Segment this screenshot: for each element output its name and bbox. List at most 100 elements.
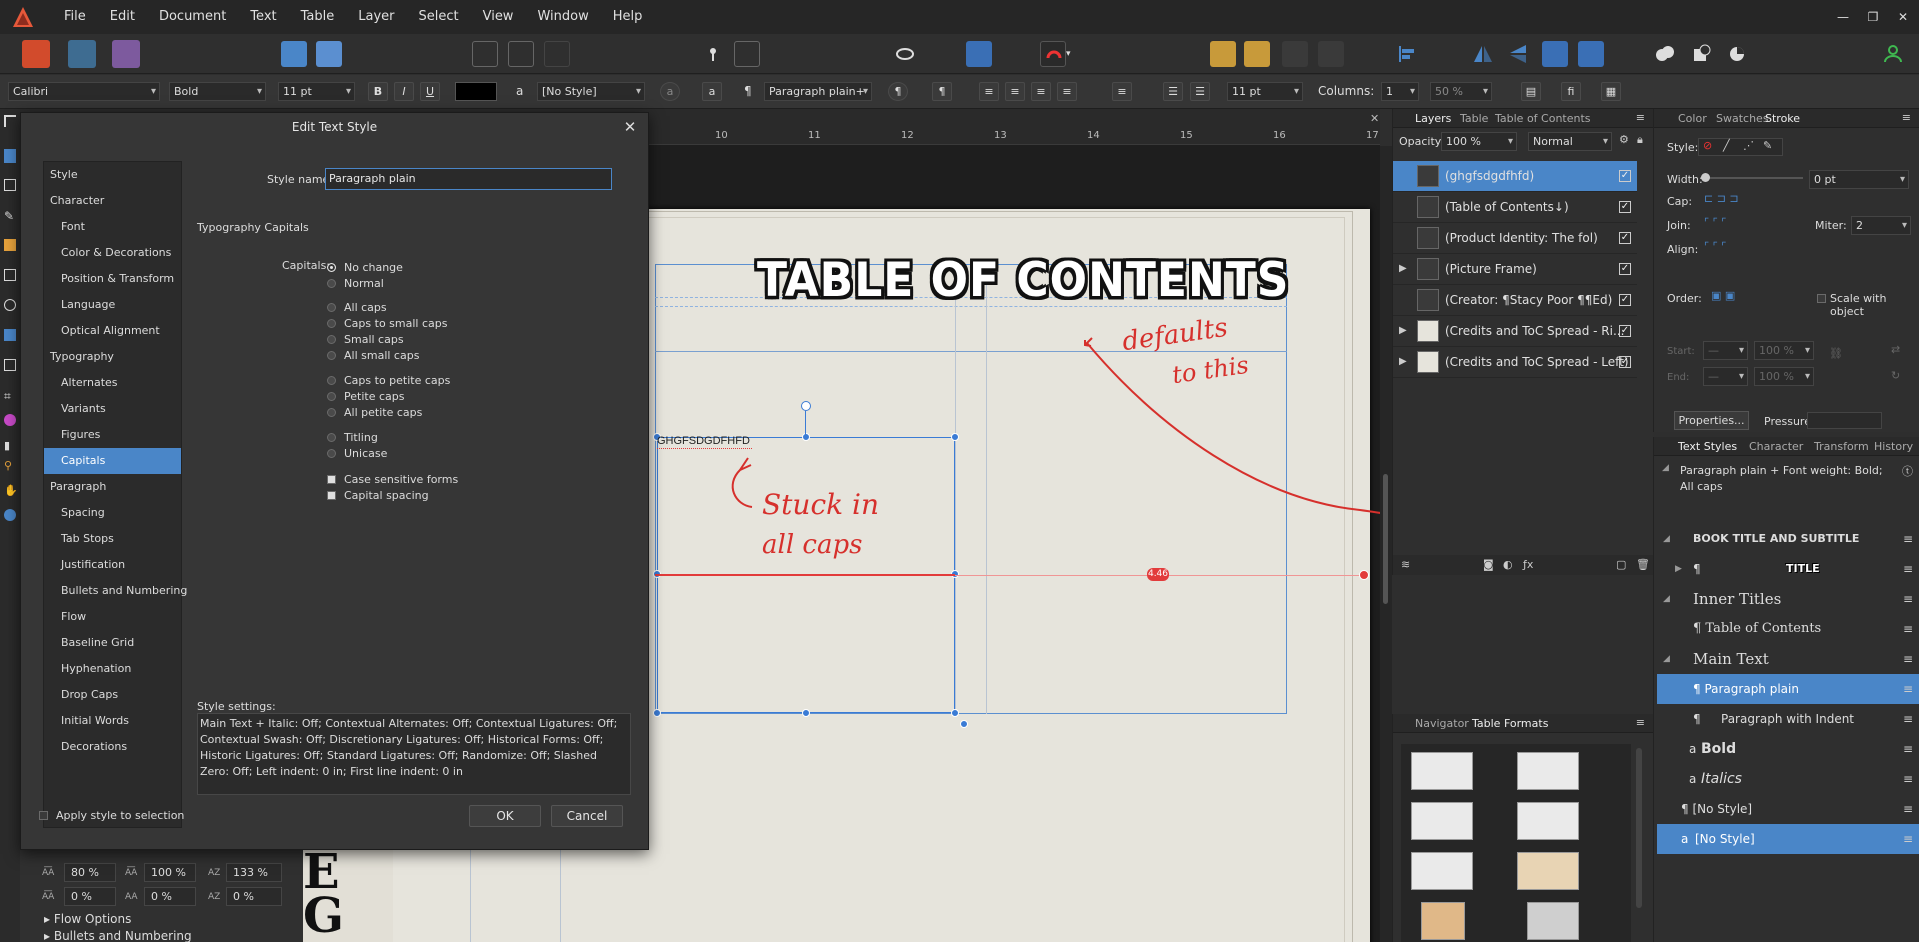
style-name-input[interactable]: Paragraph plain xyxy=(325,168,612,190)
reset-arrowheads-icon[interactable]: ↻ xyxy=(1891,369,1900,382)
radio-all-caps[interactable]: All caps xyxy=(327,299,387,315)
radio-small-caps[interactable]: Small caps xyxy=(327,331,404,347)
table-format-thumb[interactable] xyxy=(1411,802,1473,840)
nav-item-flow[interactable]: Flow xyxy=(44,604,181,630)
start-arrowhead-select[interactable]: — xyxy=(1703,341,1748,360)
table-format-thumb[interactable] xyxy=(1517,752,1579,790)
add-layer-icon[interactable]: ▢ xyxy=(1616,558,1626,571)
layer-visibility-checkbox[interactable]: ✓ xyxy=(1619,356,1631,368)
group-collapse-icon[interactable]: ◢ xyxy=(1663,524,1670,554)
radio-button-icon[interactable] xyxy=(327,318,336,328)
radio-all-petite-caps[interactable]: All petite caps xyxy=(327,404,422,420)
style-options-icon[interactable]: ≡ xyxy=(1903,704,1913,734)
layer-row[interactable]: (Product Identity: The fol) ✓ xyxy=(1393,223,1637,254)
dialog-close-icon[interactable]: ✕ xyxy=(620,117,640,137)
miter-field[interactable]: 2 xyxy=(1851,216,1911,235)
width-slider[interactable] xyxy=(1703,177,1803,179)
delete-layer-icon[interactable]: 🗑︎ xyxy=(1636,558,1650,571)
table-formats-scrollbar[interactable] xyxy=(1636,748,1642,908)
nav-item-color-decorations[interactable]: Color & Decorations xyxy=(44,240,181,266)
table-format-thumb[interactable] xyxy=(1421,902,1465,940)
style-options-icon[interactable]: ≡ xyxy=(1903,764,1913,794)
radio-unicase[interactable]: Unicase xyxy=(327,445,387,461)
layer-visibility-checkbox[interactable]: ✓ xyxy=(1619,263,1631,275)
radio-petite-caps[interactable]: Petite caps xyxy=(327,388,404,404)
mask-icon[interactable]: ◙ xyxy=(1483,558,1494,571)
nav-item-position-transform[interactable]: Position & Transform xyxy=(44,266,181,292)
tab-table-formats[interactable]: Table Formats xyxy=(1472,714,1548,733)
expand-icon[interactable]: ▶ xyxy=(1399,254,1407,284)
nav-item-spacing[interactable]: Spacing xyxy=(44,500,181,526)
radio-no-change[interactable]: No change xyxy=(327,259,403,275)
close-canvas-icon[interactable]: ✕ xyxy=(1370,112,1382,125)
nav-item-typography[interactable]: Typography xyxy=(44,344,181,370)
table-format-thumb[interactable] xyxy=(1517,852,1579,890)
adjustment-icon[interactable]: ◐ xyxy=(1503,558,1513,571)
nav-item-figures[interactable]: Figures xyxy=(44,422,181,448)
style-options-icon[interactable]: ≡ xyxy=(1903,794,1913,824)
tab-navigator[interactable]: Navigator xyxy=(1415,714,1469,733)
radio-button-icon[interactable] xyxy=(327,262,336,272)
horizontal-scale-field[interactable]: 80 % xyxy=(64,863,116,882)
checkbox-capital-spacing[interactable]: Capital spacing xyxy=(327,487,429,503)
text-style-row[interactable]: ¶ Paragraph plain ≡ xyxy=(1657,674,1919,704)
text-style-row[interactable]: a Bold ≡ xyxy=(1657,734,1919,764)
table-format-thumb[interactable] xyxy=(1527,902,1579,940)
layer-row[interactable]: ▶ (Credits and ToC Spread - Ri... ✓ xyxy=(1393,316,1637,347)
opacity-select[interactable]: 100 % xyxy=(1441,132,1517,151)
style-options-icon[interactable]: ≡ xyxy=(1903,644,1913,674)
nav-item-font[interactable]: Font xyxy=(44,214,181,240)
apply-style-check-icon[interactable] xyxy=(39,811,48,820)
radio-button-icon[interactable] xyxy=(327,334,336,344)
tab-history[interactable]: History xyxy=(1874,437,1913,456)
radio-button-icon[interactable] xyxy=(327,302,336,312)
table-format-thumb[interactable] xyxy=(1411,752,1473,790)
text-style-row[interactable]: ¶ [No Style] ≡ xyxy=(1657,794,1919,824)
panel-menu-icon[interactable]: ≡ xyxy=(1636,716,1645,729)
blend-mode-select[interactable]: Normal xyxy=(1528,132,1612,151)
flow-options-section[interactable]: ▸ Flow Options xyxy=(44,912,131,926)
tab-character[interactable]: Character xyxy=(1749,437,1803,456)
width-field[interactable]: 0 pt xyxy=(1809,170,1909,189)
text-style-row[interactable]: a [No Style] ≡ xyxy=(1657,824,1919,854)
layer-settings-gear-icon[interactable]: ⚙ xyxy=(1619,133,1629,146)
order-buttons[interactable]: ▣ ▣ xyxy=(1711,289,1751,305)
radio-caps-to-petite-caps[interactable]: Caps to petite caps xyxy=(327,372,450,388)
layer-visibility-checkbox[interactable]: ✓ xyxy=(1619,232,1631,244)
nav-item-justification[interactable]: Justification xyxy=(44,552,181,578)
tab-color[interactable]: Color xyxy=(1678,109,1707,128)
nav-item-variants[interactable]: Variants xyxy=(44,396,181,422)
tab-table[interactable]: Table xyxy=(1460,109,1488,128)
width-slider-thumb[interactable] xyxy=(1701,173,1710,182)
style-options-icon[interactable]: ≡ xyxy=(1903,524,1913,554)
radio-button-icon[interactable] xyxy=(327,391,336,401)
panel-menu-icon[interactable]: ≡ xyxy=(1902,111,1911,124)
layer-row[interactable]: ▶ (Picture Frame) ✓ xyxy=(1393,254,1637,285)
radio-button-icon[interactable] xyxy=(327,278,336,288)
text-style-row[interactable]: ▶ ¶ TITLE ≡ xyxy=(1657,554,1919,584)
nav-item-drop-caps[interactable]: Drop Caps xyxy=(44,682,181,708)
layer-visibility-checkbox[interactable]: ✓ xyxy=(1619,170,1631,182)
nav-item-character[interactable]: Character xyxy=(44,188,181,214)
tab-table-of-contents[interactable]: Table of Contents xyxy=(1495,109,1591,128)
layer-lock-icon[interactable]: 🔒︎ xyxy=(1637,133,1643,147)
style-options-icon[interactable]: ≡ xyxy=(1903,824,1913,854)
tab-layers[interactable]: Layers xyxy=(1415,109,1451,128)
style-options-icon[interactable]: ≡ xyxy=(1903,674,1913,704)
panel-menu-icon[interactable]: ≡ xyxy=(1636,111,1645,124)
summary-collapse-icon[interactable]: ◢ xyxy=(1662,463,1669,473)
radio-caps-to-small-caps[interactable]: Caps to small caps xyxy=(327,315,447,331)
checkbox-icon[interactable] xyxy=(327,474,336,484)
style-options-icon[interactable]: ≡ xyxy=(1903,734,1913,764)
nav-item-baseline-grid[interactable]: Baseline Grid xyxy=(44,630,181,656)
text-style-row[interactable]: ¶ Paragraph with Indent ≡ xyxy=(1657,704,1919,734)
cancel-button[interactable]: Cancel xyxy=(551,805,623,827)
radio-button-icon[interactable] xyxy=(327,432,336,442)
checkbox-icon[interactable] xyxy=(327,490,336,500)
table-format-thumb[interactable] xyxy=(1411,852,1473,890)
cap-buttons[interactable]: ⊏ ⊐ ⊐ xyxy=(1704,192,1764,208)
nav-item-language[interactable]: Language xyxy=(44,292,181,318)
skew-field[interactable]: 0 % xyxy=(226,887,282,906)
text-style-row[interactable]: ¶ Table of Contents ≡ xyxy=(1657,614,1919,644)
radio-button-icon[interactable] xyxy=(327,448,336,458)
